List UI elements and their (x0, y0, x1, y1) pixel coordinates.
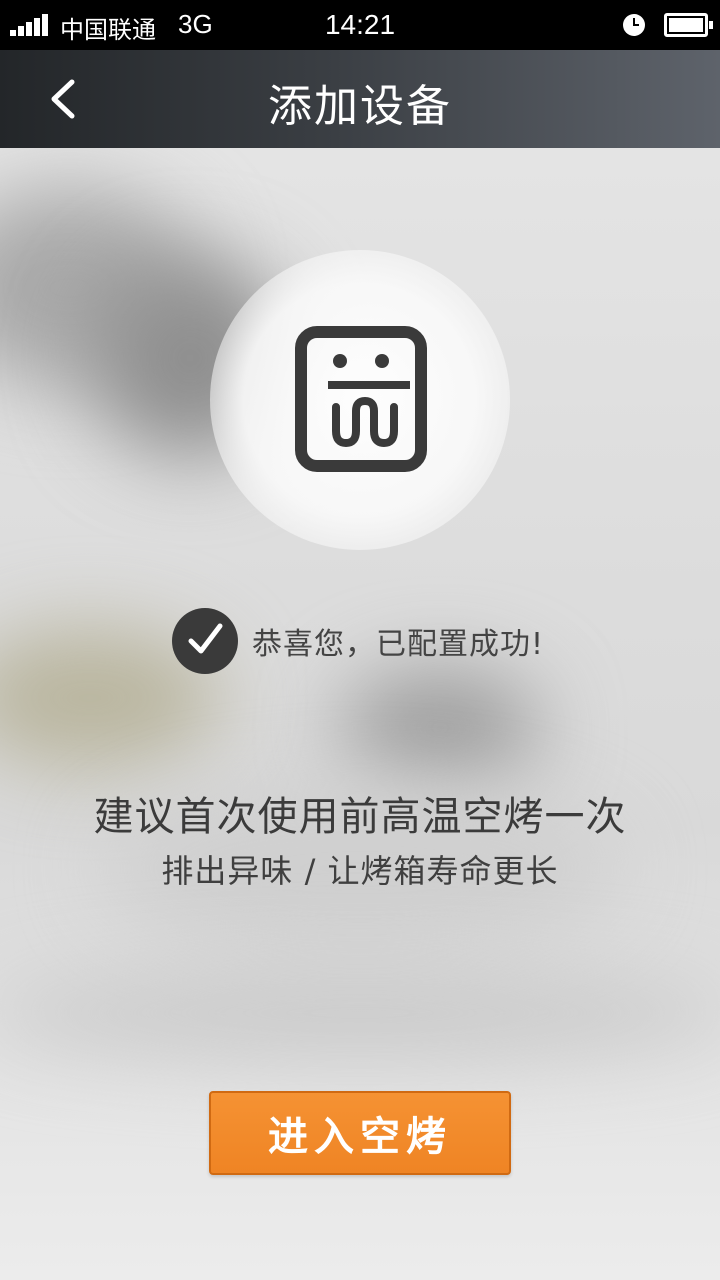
alarm-clock-icon (623, 14, 645, 36)
oven-icon (294, 325, 428, 473)
enter-preheat-button[interactable]: 进入空烤 (209, 1091, 511, 1175)
tip-main-text: 建议首次使用前高温空烤一次 (93, 794, 627, 840)
clock-time: 14:21 (324, 9, 396, 40)
check-circle-icon (172, 608, 238, 674)
title-bar: 添加设备 (0, 50, 720, 148)
tip-sub-text: 排出异味 / 让烤箱寿命更长 (161, 852, 559, 890)
success-message: 恭喜您，已配置成功! (252, 627, 545, 662)
status-bar: 中国联通 3G 14:21 (0, 0, 720, 50)
screen: 中国联通 3G 14:21 添加设备 恭喜您，已配置成功! 建议首次使用前高温空… (0, 0, 720, 1280)
success-message-row: 恭喜您，已配置成功! (172, 608, 544, 674)
bg-blob (0, 968, 720, 1058)
bg-blob (340, 668, 540, 788)
page-title: 添加设备 (268, 81, 452, 132)
battery-icon (664, 13, 713, 37)
